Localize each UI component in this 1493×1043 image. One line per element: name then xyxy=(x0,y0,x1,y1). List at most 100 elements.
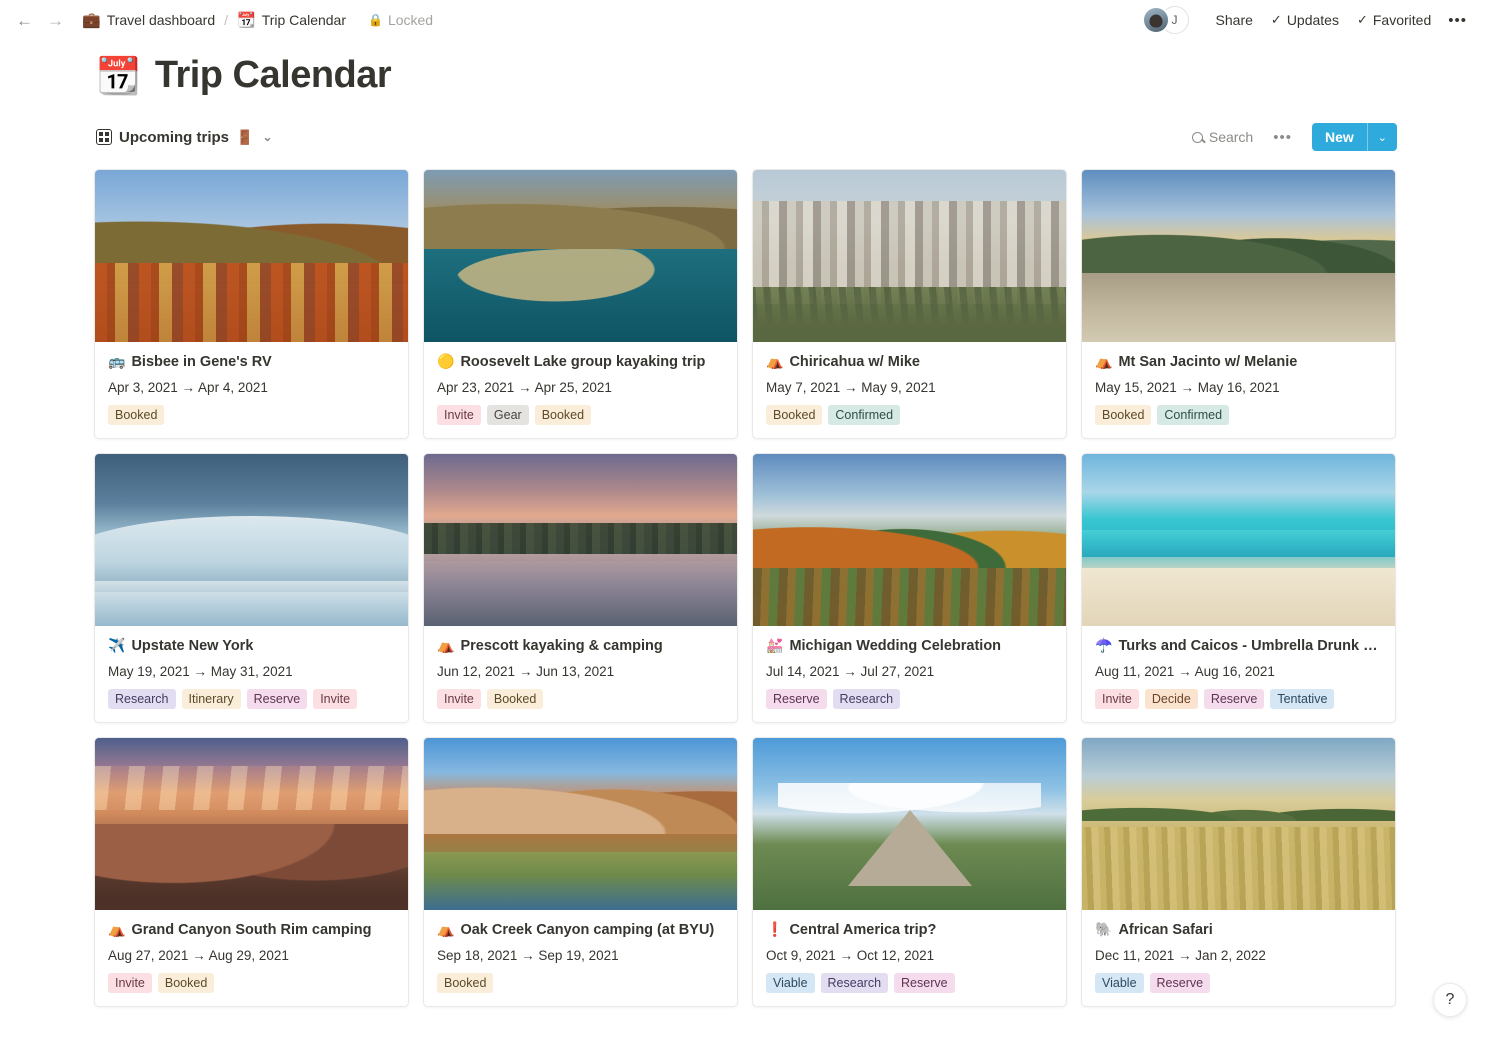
trip-tag-list: Viable Research Reserve xyxy=(766,973,1053,993)
trip-card[interactable]: ☂️ Turks and Caicos - Umbrella Drunk Cel.… xyxy=(1081,453,1396,723)
trip-card[interactable]: 🟡 Roosevelt Lake group kayaking trip Apr 2… xyxy=(423,169,738,439)
trip-card[interactable]: ⛺ Mt San Jacinto w/ Melanie May 15, 2021 →… xyxy=(1081,169,1396,439)
trip-emoji-icon: 🐘 xyxy=(1095,921,1113,937)
trip-photo xyxy=(1082,170,1395,342)
trip-date-range: Oct 9, 2021 → Oct 12, 2021 xyxy=(766,948,935,963)
avatar-photo[interactable] xyxy=(1141,6,1170,34)
trip-tag[interactable]: Booked xyxy=(534,405,592,425)
view-tab-upcoming-trips[interactable]: Upcoming trips 🚪 ⌄ xyxy=(96,129,273,146)
page-icon-calendar-icon[interactable]: 📆 xyxy=(96,57,141,94)
trip-tag-list: Viable Reserve xyxy=(1095,973,1382,993)
trip-tag[interactable]: Booked xyxy=(157,973,215,993)
trip-card-body: ⛺ Mt San Jacinto w/ Melanie May 15, 2021 →… xyxy=(1082,342,1395,438)
trip-card-body: ⛺ Grand Canyon South Rim camping Aug 27, 2… xyxy=(95,910,408,1006)
trip-tag[interactable]: Invite xyxy=(437,689,481,709)
forward-arrow-icon[interactable]: → xyxy=(47,12,64,29)
trip-tag[interactable]: Gear xyxy=(486,405,529,425)
trip-tag[interactable]: Research xyxy=(820,973,889,993)
trip-tag[interactable]: Reserve xyxy=(766,689,827,709)
trip-tag-list: Invite Booked xyxy=(108,973,395,993)
trip-card-image xyxy=(1082,738,1395,910)
help-button[interactable]: ? xyxy=(1433,983,1467,1017)
trip-card[interactable]: ⛺ Oak Creek Canyon camping (at BYU) Sep 18… xyxy=(423,737,738,1007)
search-button[interactable]: Search xyxy=(1184,125,1261,149)
trip-tag-list: Reserve Research xyxy=(766,689,1053,709)
updates-button[interactable]: ✓ Updates xyxy=(1262,8,1348,32)
trip-tag[interactable]: Tentative xyxy=(1270,689,1335,709)
trip-card-body: 🚌 Bisbee in Gene's RV Apr 3, 2021 → Apr 4,… xyxy=(95,342,408,438)
trip-tag[interactable]: Decide xyxy=(1144,689,1198,709)
trip-card[interactable]: ⛺ Grand Canyon South Rim camping Aug 27, 2… xyxy=(94,737,409,1007)
trip-tag[interactable]: Research xyxy=(832,689,901,709)
trip-tag[interactable]: Confirmed xyxy=(1157,405,1230,425)
trip-card-image xyxy=(424,170,737,342)
trip-card-image xyxy=(1082,170,1395,342)
locked-indicator[interactable]: 🔒 Locked xyxy=(368,12,433,28)
trip-emoji-icon: ☂️ xyxy=(1095,637,1113,653)
new-button[interactable]: New ⌄ xyxy=(1311,123,1397,151)
more-options-icon[interactable]: ••• xyxy=(1440,8,1475,33)
trip-date-range: Apr 3, 2021 → Apr 4, 2021 xyxy=(108,380,268,395)
trip-date-range: Aug 11, 2021 → Aug 16, 2021 xyxy=(1095,664,1275,679)
trip-card[interactable]: ⛺ Chiricahua w/ Mike May 7, 2021 → May 9, … xyxy=(752,169,1067,439)
trip-card[interactable]: ✈️ Upstate New York May 19, 2021 → May 31,… xyxy=(94,453,409,723)
avatar-group[interactable]: J xyxy=(1141,6,1189,34)
check-icon: ✓ xyxy=(1270,12,1282,27)
trip-card[interactable]: 🐘 African Safari Dec 11, 2021 → Jan 2, 202… xyxy=(1081,737,1396,1007)
trip-tag-list: Booked xyxy=(437,973,724,993)
trip-emoji-icon: 🟡 xyxy=(437,353,455,369)
trip-tag-list: Booked Confirmed xyxy=(766,405,1053,425)
favorited-button[interactable]: ✓ Favorited xyxy=(1348,8,1440,32)
trip-tag[interactable]: Reserve xyxy=(246,689,308,709)
trip-tag[interactable]: Invite xyxy=(313,689,358,709)
trip-tag-list: Invite Gear Booked xyxy=(437,405,724,425)
gallery-grid: 🚌 Bisbee in Gene's RV Apr 3, 2021 → Apr 4,… xyxy=(0,151,1493,1007)
check-icon: ✓ xyxy=(1356,12,1368,27)
trip-tag[interactable]: Booked xyxy=(108,405,165,425)
trip-tag[interactable]: Reserve xyxy=(1149,973,1211,993)
trip-title-text: Turks and Caicos - Umbrella Drunk Cel... xyxy=(1118,637,1382,654)
view-more-options-icon[interactable]: ••• xyxy=(1265,125,1300,150)
trip-card[interactable]: ⛺ Prescott kayaking & camping Jun 12, 2021… xyxy=(423,453,738,723)
view-toolbar-actions: Search ••• New ⌄ xyxy=(1184,123,1397,151)
trip-title-text: Oak Creek Canyon camping (at BYU) xyxy=(460,921,715,938)
calendar-icon: 📆 xyxy=(237,11,256,29)
trip-tag[interactable]: Invite xyxy=(1095,689,1139,709)
share-button[interactable]: Share xyxy=(1207,8,1262,32)
trip-tag[interactable]: Invite xyxy=(437,405,481,425)
trip-card[interactable]: 🚌 Bisbee in Gene's RV Apr 3, 2021 → Apr 4,… xyxy=(94,169,409,439)
trip-card-image xyxy=(753,738,1066,910)
page-title-text[interactable]: Trip Calendar xyxy=(155,54,392,97)
trip-tag[interactable]: Research xyxy=(108,689,176,709)
trip-card-image xyxy=(753,170,1066,342)
trip-card[interactable]: 💒 Michigan Wedding Celebration Jul 14, 202… xyxy=(752,453,1067,723)
trip-tag[interactable]: Itinerary xyxy=(181,689,241,709)
trip-tag[interactable]: Viable xyxy=(766,973,815,993)
trip-tag[interactable]: Booked xyxy=(486,689,544,709)
chevron-down-icon[interactable]: ⌄ xyxy=(262,130,272,144)
breadcrumb-item-travel-dashboard[interactable]: 💼 Travel dashboard xyxy=(82,12,215,28)
trip-tag[interactable]: Booked xyxy=(437,973,494,993)
trip-title-text: Central America trip? xyxy=(789,921,937,938)
trip-tag[interactable]: Invite xyxy=(108,973,152,993)
trip-tag[interactable]: Viable xyxy=(1095,973,1144,993)
trip-tag[interactable]: Booked xyxy=(766,405,823,425)
breadcrumb-separator: / xyxy=(224,12,229,28)
trip-card-image xyxy=(95,454,408,626)
trip-emoji-icon: ⛺ xyxy=(766,353,784,369)
trip-card[interactable]: ❗ Central America trip? Oct 9, 2021 → Oct … xyxy=(752,737,1067,1007)
breadcrumb-item-trip-calendar[interactable]: 📆 Trip Calendar xyxy=(237,12,346,28)
trip-card-body: 🟡 Roosevelt Lake group kayaking trip Apr 2… xyxy=(424,342,737,438)
new-button-chevron-down-icon[interactable]: ⌄ xyxy=(1368,123,1397,151)
trip-tag[interactable]: Reserve xyxy=(1203,689,1265,709)
trip-tag[interactable]: Reserve xyxy=(894,973,955,993)
search-icon xyxy=(1191,131,1203,143)
trip-emoji-icon: ⛺ xyxy=(437,921,455,937)
trip-card-title: ⛺ Chiricahua w/ Mike xyxy=(766,353,1053,370)
back-arrow-icon[interactable]: ← xyxy=(16,12,33,29)
trip-card-title: ⛺ Mt San Jacinto w/ Melanie xyxy=(1095,353,1382,370)
trip-tag[interactable]: Booked xyxy=(1095,405,1152,425)
trip-tag[interactable]: Confirmed xyxy=(828,405,901,425)
trip-title-text: Roosevelt Lake group kayaking trip xyxy=(460,353,706,370)
trip-tag-list: Research Itinerary Reserve Invite xyxy=(108,689,395,709)
